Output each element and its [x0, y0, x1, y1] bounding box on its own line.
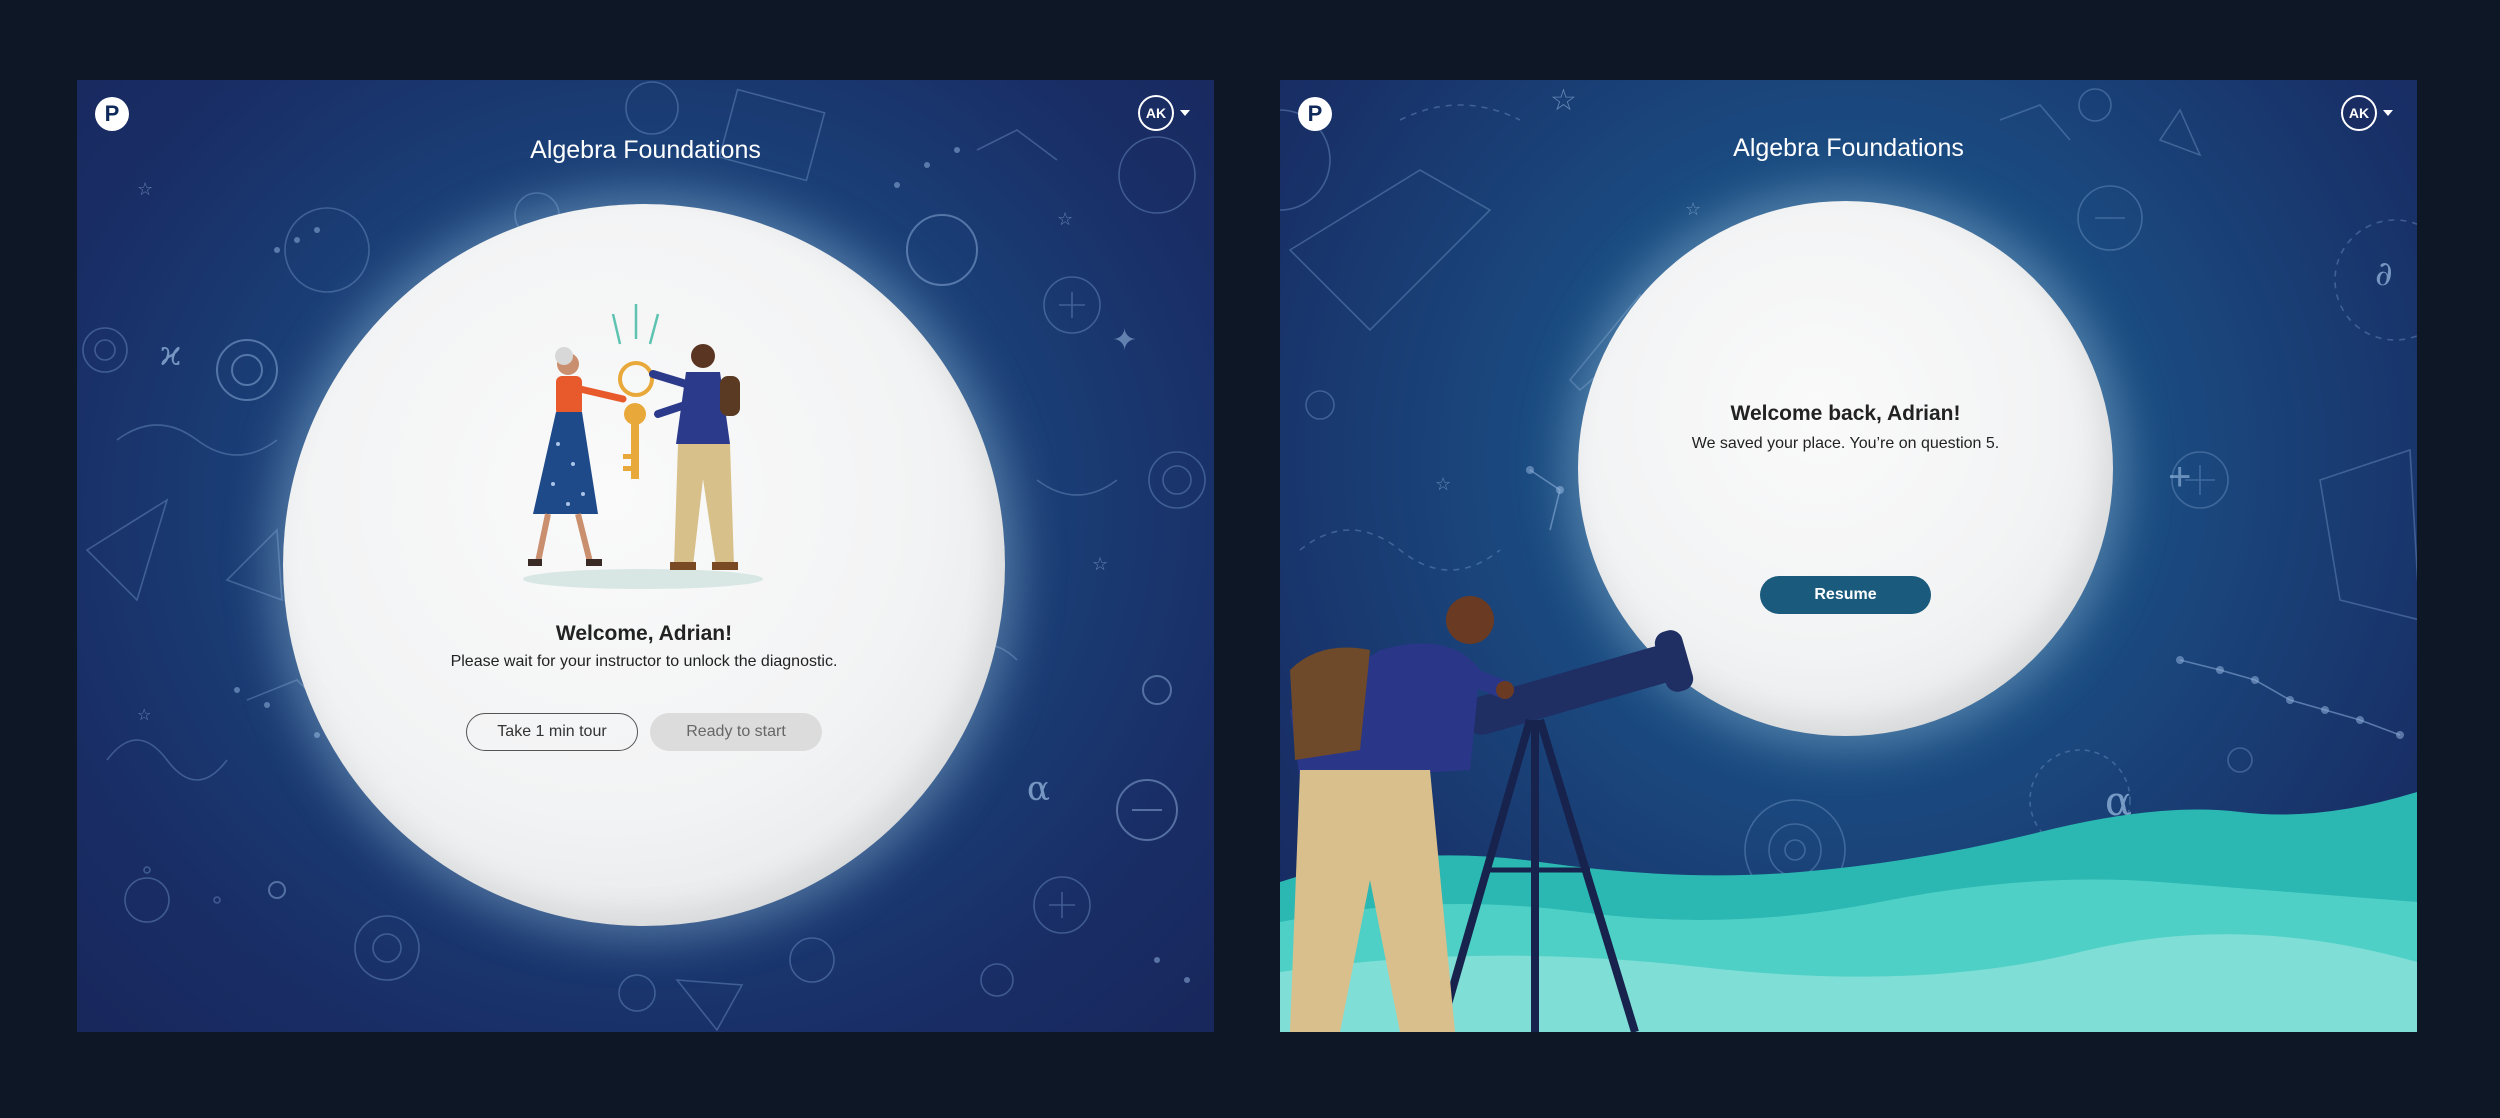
chevron-down-icon[interactable]	[1180, 110, 1190, 116]
welcome-subtitle: We saved your place. You’re on question …	[1691, 435, 2000, 452]
user-menu[interactable]: AK	[2341, 95, 2393, 131]
svg-text:☆: ☆	[137, 707, 151, 724]
svg-text:α: α	[1027, 769, 1050, 809]
app-title: Algebra Foundations	[1733, 134, 1964, 162]
welcome-heading: Welcome back, Adrian!	[1730, 402, 1961, 425]
key-handoff-illustration	[523, 304, 763, 589]
svg-text:☆: ☆	[1057, 209, 1073, 229]
svg-text:+: +	[2168, 455, 2191, 499]
app-title: Algebra Foundations	[530, 136, 761, 164]
chevron-down-icon[interactable]	[2383, 110, 2393, 116]
welcome-subtitle: Please wait for your instructor to unloc…	[450, 653, 838, 670]
svg-text:∂: ∂	[2375, 254, 2393, 294]
svg-text:☆: ☆	[137, 179, 153, 199]
svg-text:☆: ☆	[1092, 554, 1108, 574]
pearson-logo[interactable]: P	[95, 97, 129, 131]
telescope-illustration	[1290, 596, 1694, 1032]
user-avatar[interactable]: AK	[1138, 95, 1174, 131]
right-screen: ∂ α + ☆ ☆ ☆ P AK Algebra Foundations Wel…	[1280, 80, 2417, 1032]
svg-text:☆: ☆	[1550, 84, 1577, 117]
user-menu[interactable]: AK	[1138, 95, 1190, 131]
svg-text:✦: ✦	[1112, 324, 1137, 357]
welcome-heading: Welcome, Adrian!	[555, 622, 733, 645]
user-avatar[interactable]: AK	[2341, 95, 2377, 131]
svg-text:ϰ: ϰ	[160, 334, 181, 374]
svg-text:☆: ☆	[1435, 474, 1451, 494]
svg-text:☆: ☆	[1685, 199, 1701, 219]
pearson-logo[interactable]: P	[1298, 97, 1332, 131]
moon-card: Welcome, Adrian! Please wait for your in…	[283, 204, 1005, 926]
left-screen: ϰ α ✦ ☆ ☆ ☆ ☆ P AK Algebra Foundations W…	[77, 80, 1214, 1032]
take-tour-button[interactable]: Take 1 min tour	[466, 713, 638, 751]
ready-to-start-button[interactable]: Ready to start	[650, 713, 822, 751]
resume-button[interactable]: Resume	[1760, 576, 1931, 614]
